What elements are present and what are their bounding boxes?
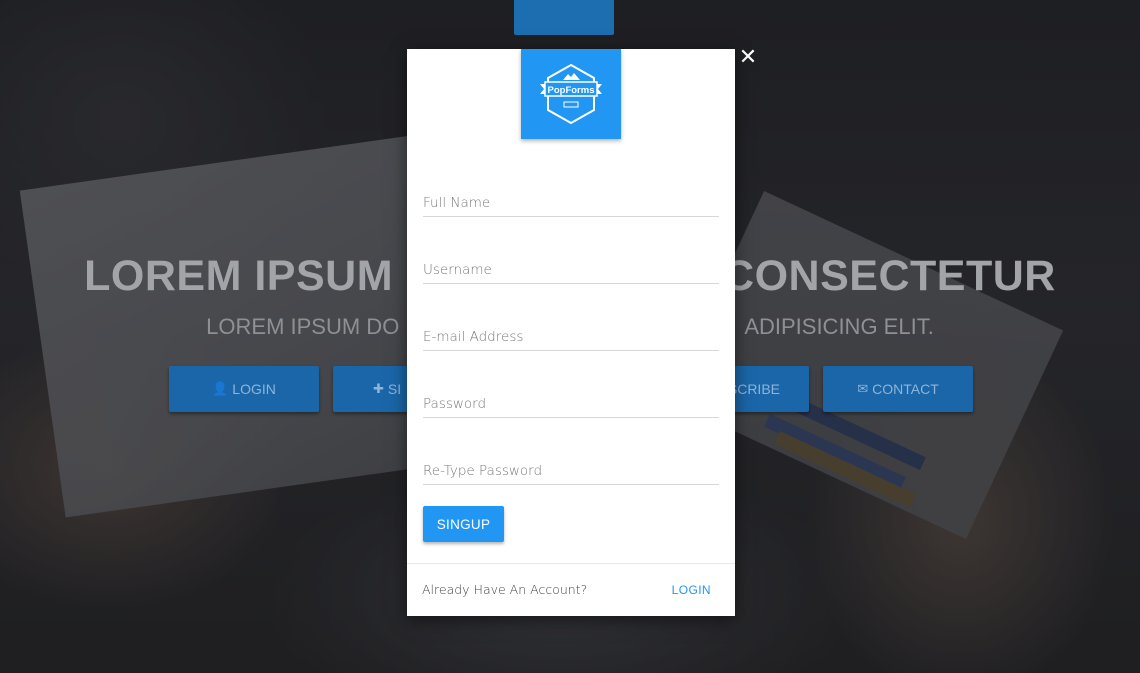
hero-title-right: CONSECTETUR xyxy=(723,252,1056,300)
hero-signup-label: SI xyxy=(387,381,402,397)
hero-subtitle-right: ADIPISICING ELIT. xyxy=(744,314,934,339)
close-icon[interactable]: ✕ xyxy=(737,46,759,68)
hero-contact-label: CONTACT xyxy=(872,381,939,397)
already-account-text: Already Have An Account? xyxy=(422,582,588,597)
email-field[interactable] xyxy=(423,324,719,351)
signup-button[interactable]: SINGUP xyxy=(423,506,504,542)
hero-title-left: LOREM IPSUM xyxy=(84,252,394,300)
signup-modal: PopForms SINGUP Already Have An Account?… xyxy=(407,49,735,616)
hero-login-button[interactable]: 👤 LOGIN xyxy=(169,366,319,412)
page: LOREM IPSUM CONSECTETUR LOREM IPSUM DO ADI… xyxy=(0,0,1140,673)
full-name-field[interactable] xyxy=(423,190,719,217)
hero-contact-button[interactable]: ✉ CONTACT xyxy=(823,366,973,412)
user-icon: 👤 xyxy=(212,381,229,396)
logo-text: PopForms xyxy=(548,85,595,96)
footer-divider xyxy=(407,563,735,564)
hero-login-label: LOGIN xyxy=(232,381,276,397)
username-field[interactable] xyxy=(423,257,719,284)
hero-subscribe-label: SCRIBE xyxy=(727,381,780,397)
login-link[interactable]: LOGIN xyxy=(672,583,711,597)
popforms-logo: PopForms xyxy=(521,49,621,139)
user-plus-icon: ✚ xyxy=(373,381,384,396)
envelope-icon: ✉ xyxy=(857,381,869,396)
background-logo xyxy=(514,0,614,35)
popforms-badge-icon: PopForms xyxy=(540,63,602,125)
hero-subtitle-left: LOREM IPSUM DO xyxy=(206,314,400,339)
retype-password-field[interactable] xyxy=(423,458,719,485)
password-field[interactable] xyxy=(423,391,719,418)
